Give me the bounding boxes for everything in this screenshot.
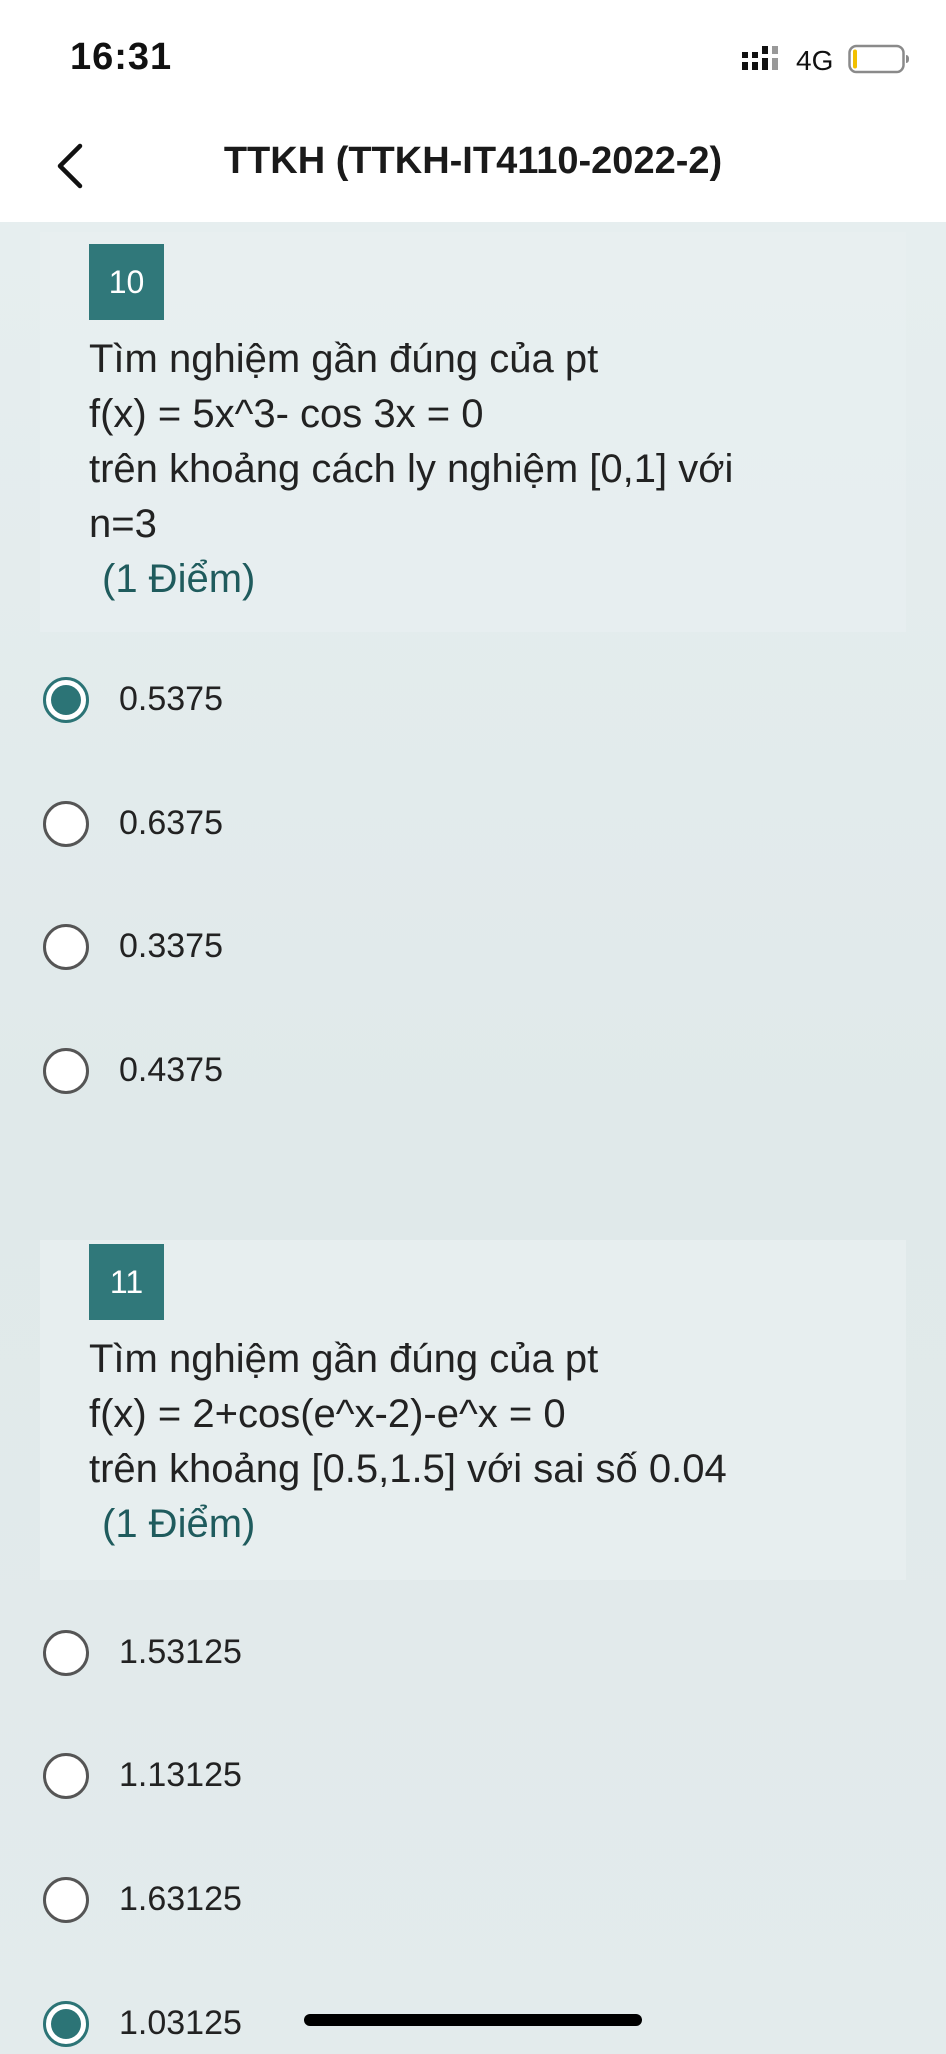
question-line: trên khoảng cách ly nghiệm [0,1] với bbox=[89, 447, 734, 491]
answer-option[interactable]: 0.6375 bbox=[43, 798, 743, 854]
option-label: 0.3375 bbox=[119, 927, 223, 965]
answer-option[interactable]: 0.5375 bbox=[43, 674, 743, 730]
question-line: f(x) = 5x^3- cos 3x = 0 bbox=[89, 392, 484, 436]
quiz-content: 10 Tìm nghiệm gần đúng của pt f(x) = 5x^… bbox=[0, 222, 946, 2048]
answer-option[interactable]: 0.3375 bbox=[43, 921, 743, 977]
option-label: 1.03125 bbox=[119, 2004, 242, 2042]
answer-option[interactable]: 1.13125 bbox=[43, 1750, 743, 1806]
answer-option[interactable]: 0.4375 bbox=[43, 1045, 743, 1101]
question-line: Tìm nghiệm gần đúng của pt bbox=[89, 1337, 599, 1381]
question-line: Tìm nghiệm gần đúng của pt bbox=[89, 337, 599, 381]
radio-button[interactable] bbox=[43, 1753, 89, 1799]
question-points: (1 Điểm) bbox=[102, 557, 256, 601]
answer-option[interactable]: 1.63125 bbox=[43, 1874, 743, 1930]
option-label: 1.63125 bbox=[119, 1880, 242, 1918]
option-label: 1.53125 bbox=[119, 1633, 242, 1671]
status-time: 16:31 bbox=[70, 36, 173, 78]
network-label: 4G bbox=[796, 45, 834, 76]
chevron-left-icon[interactable] bbox=[48, 138, 96, 194]
nav-bar: TTKH (TTKH-IT4110-2022-2) bbox=[0, 110, 946, 222]
answer-option[interactable]: 1.53125 bbox=[43, 1627, 743, 1683]
status-bar: 16:31 4G bbox=[0, 0, 946, 110]
signal-icon bbox=[742, 46, 778, 70]
question-number: 11 bbox=[89, 1244, 164, 1320]
page-title: TTKH (TTKH-IT4110-2022-2) bbox=[223, 140, 723, 182]
radio-button-selected[interactable] bbox=[43, 677, 89, 723]
radio-button[interactable] bbox=[43, 1630, 89, 1676]
option-label: 0.4375 bbox=[119, 1051, 223, 1089]
question-number: 10 bbox=[89, 244, 164, 320]
question-line: trên khoảng [0.5,1.5] với sai số 0.04 bbox=[89, 1447, 727, 1491]
battery-icon bbox=[848, 44, 909, 74]
radio-button-selected[interactable] bbox=[43, 2001, 89, 2047]
radio-button[interactable] bbox=[43, 924, 89, 970]
option-label: 0.5375 bbox=[119, 680, 223, 718]
radio-button[interactable] bbox=[43, 1877, 89, 1923]
option-label: 0.6375 bbox=[119, 804, 223, 842]
question-card-10: 10 Tìm nghiệm gần đúng của pt f(x) = 5x^… bbox=[40, 232, 906, 632]
question-line: n=3 bbox=[89, 502, 157, 546]
radio-button[interactable] bbox=[43, 1048, 89, 1094]
question-text: Tìm nghiệm gần đúng của pt f(x) = 5x^3- … bbox=[89, 332, 869, 607]
radio-button[interactable] bbox=[43, 801, 89, 847]
question-card-11: 11 Tìm nghiệm gần đúng của pt f(x) = 2+c… bbox=[40, 1240, 906, 1580]
question-points: (1 Điểm) bbox=[102, 1502, 256, 1546]
question-text: Tìm nghiệm gần đúng của pt f(x) = 2+cos(… bbox=[89, 1332, 869, 1552]
option-label: 1.13125 bbox=[119, 1756, 242, 1794]
home-indicator[interactable] bbox=[304, 2014, 642, 2026]
question-line: f(x) = 2+cos(e^x-2)-e^x = 0 bbox=[89, 1392, 566, 1436]
answer-option[interactable]: 1.03125 bbox=[43, 1998, 743, 2054]
